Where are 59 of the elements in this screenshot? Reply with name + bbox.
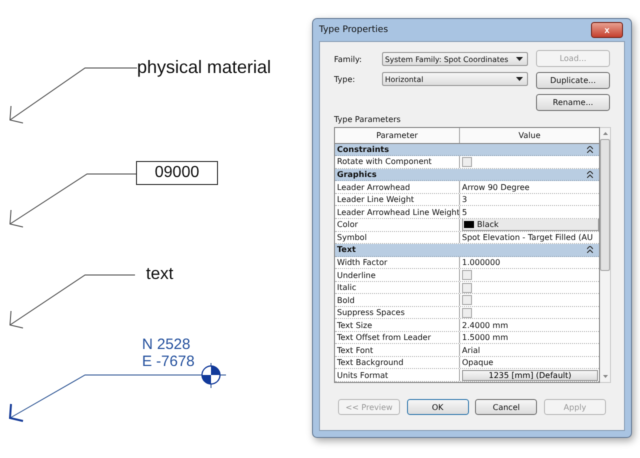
column-header[interactable]: Parameter xyxy=(335,128,460,143)
table-cell: Leader Line Weight xyxy=(335,194,460,206)
table-cell: Spot Elevation - Target Filled (AU xyxy=(462,232,593,242)
group-header[interactable]: Graphics xyxy=(335,168,599,182)
units-button[interactable]: 1235 [mm] (Default) xyxy=(462,370,598,381)
color-name: Black xyxy=(477,220,499,230)
checkbox[interactable] xyxy=(462,308,472,318)
coordinate-text: N 2528 xyxy=(142,336,192,353)
keynote-tag: 09000 xyxy=(136,161,218,185)
table-cell: Italic xyxy=(335,282,460,294)
collapse-icon xyxy=(587,246,593,254)
table-cell: Text Offset from Leader xyxy=(335,332,460,344)
table-cell: Rotate with Component xyxy=(335,156,460,168)
section-label: Type Parameters xyxy=(334,115,402,124)
coordinate-text: E -7678 xyxy=(142,353,195,370)
column-header[interactable]: Value xyxy=(460,128,599,143)
scroll-up-icon xyxy=(602,132,608,135)
table-cell: Text Background xyxy=(335,356,460,368)
collapse-icon xyxy=(587,170,593,178)
collapse-icon xyxy=(587,146,593,153)
table-cell: Opaque xyxy=(462,358,494,368)
dialog-button[interactable]: Duplicate... xyxy=(536,72,610,89)
table-cell: Arrow 90 Degree xyxy=(462,182,530,192)
table-cell: Suppress Spaces xyxy=(335,306,460,318)
table-cell: Leader Arrowhead xyxy=(335,181,460,193)
table-cell: 3 xyxy=(462,195,468,204)
table-cell: Text Font xyxy=(335,344,460,356)
annotation-text: physical material xyxy=(137,56,272,78)
table-cell: Units Format xyxy=(335,369,460,382)
table-cell: Bold xyxy=(335,294,460,306)
annotation-text: text xyxy=(146,263,174,285)
table-cell: Width Factor xyxy=(335,256,460,268)
table-cell: 1.5000 mm xyxy=(462,333,508,342)
table-cell: Arial xyxy=(462,346,480,355)
table-cell: Symbol xyxy=(335,232,460,244)
window-title: Type Properties xyxy=(319,25,388,35)
color-button[interactable]: Black xyxy=(462,218,599,231)
table-cell: 1.000000 xyxy=(462,258,500,267)
scrollbar[interactable] xyxy=(600,127,611,383)
table-cell: Color xyxy=(335,218,460,231)
checkbox[interactable] xyxy=(462,270,472,280)
table-cell: 2.4000 mm xyxy=(462,320,508,330)
checkbox[interactable] xyxy=(462,282,472,293)
table-cell: Underline xyxy=(335,269,460,281)
dialog-button[interactable]: Cancel xyxy=(475,399,538,415)
caret-icon xyxy=(516,77,523,81)
table-cell: Text Size xyxy=(335,319,460,331)
group-header[interactable]: Constraints xyxy=(335,144,599,156)
family-label: Family: xyxy=(334,54,363,64)
checkbox[interactable] xyxy=(462,295,472,306)
caret-icon xyxy=(516,57,523,61)
table-cell: 5 xyxy=(462,208,468,217)
type-label: Type: xyxy=(334,74,356,84)
close-button[interactable]: x xyxy=(591,22,623,38)
dialog-button[interactable]: OK xyxy=(406,399,469,415)
checkbox[interactable] xyxy=(462,156,472,167)
scroll-down-icon xyxy=(602,375,608,378)
dialog-button[interactable]: Rename... xyxy=(536,94,610,111)
group-header[interactable]: Text xyxy=(335,244,599,257)
